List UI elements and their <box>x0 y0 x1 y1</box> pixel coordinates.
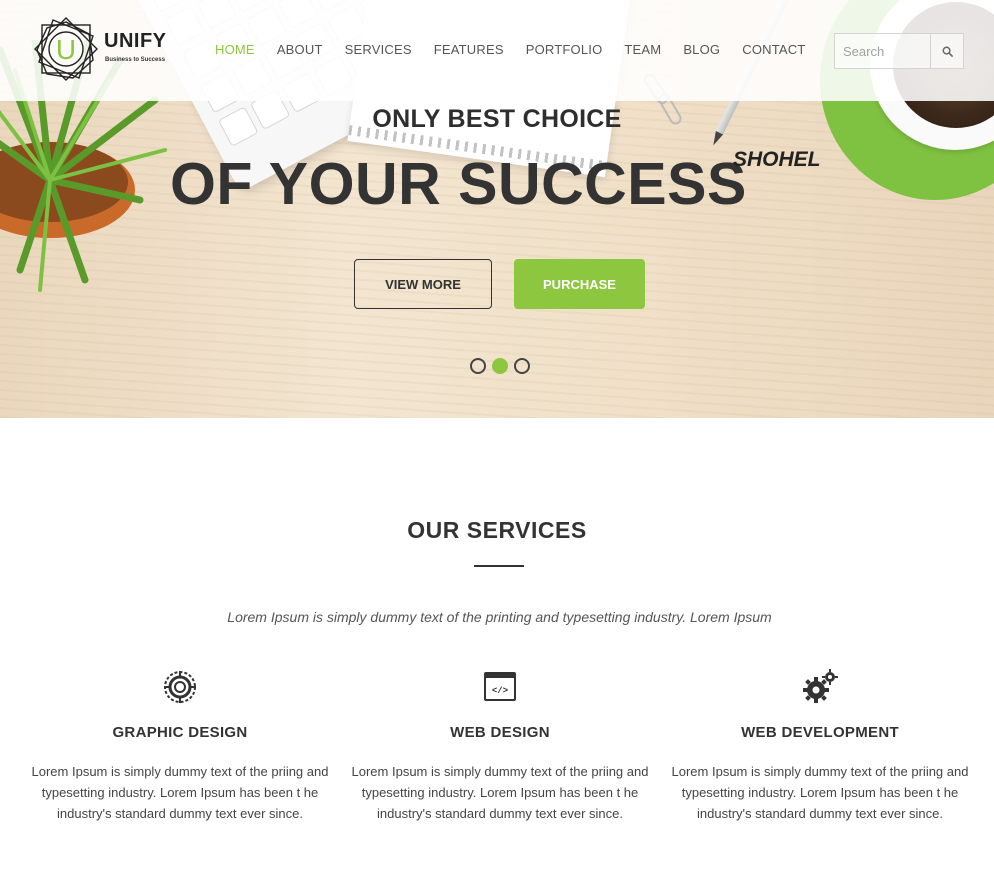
service-title: GRAPHIC DESIGN <box>112 724 248 741</box>
slider-dot-1[interactable] <box>470 358 486 374</box>
logo-icon: U <box>34 17 98 81</box>
view-more-button[interactable]: VIEW MORE <box>354 259 492 309</box>
nav-item-services[interactable]: SERVICES <box>334 42 423 57</box>
search-box <box>834 33 964 69</box>
nav-item-team[interactable]: TEAM <box>613 42 672 57</box>
nav-item-home[interactable]: HOME <box>204 42 266 57</box>
brand-tagline: Business to Success <box>105 57 166 63</box>
search-icon <box>942 46 953 57</box>
hero-subtitle: ONLY BEST CHOICE <box>372 105 622 133</box>
brand-name: UNIFY <box>104 30 167 52</box>
slider-pagination <box>470 358 530 374</box>
logo-link[interactable]: U <box>33 16 99 82</box>
slider-dot-2[interactable] <box>492 358 508 374</box>
hero-signature: SHOHEL <box>733 148 821 171</box>
services-lead: Lorem Ipsum is simply dummy text of the … <box>227 609 772 625</box>
target-icon <box>164 671 196 703</box>
nav-item-blog[interactable]: BLOG <box>672 42 731 57</box>
service-text: Lorem Ipsum is simply dummy text of the … <box>31 764 329 821</box>
nav-item-portfolio[interactable]: PORTFOLIO <box>515 42 614 57</box>
service-text: Lorem Ipsum is simply dummy text of the … <box>351 764 649 821</box>
service-title: WEB DEVELOPMENT <box>741 724 899 741</box>
search-button[interactable] <box>930 34 964 68</box>
svg-text:U: U <box>56 34 76 65</box>
title-divider <box>474 565 524 567</box>
service-card-graphic-design: GRAPHIC DESIGN Lorem Ipsum is simply dum… <box>30 668 330 824</box>
services-title: OUR SERVICES <box>407 517 587 543</box>
top-navbar: U UNIFY Business to Success HOME ABOUT S… <box>0 0 994 101</box>
search-input[interactable] <box>835 34 930 68</box>
service-text: Lorem Ipsum is simply dummy text of the … <box>671 764 969 821</box>
code-window-icon: </> <box>484 672 516 701</box>
nav-item-about[interactable]: ABOUT <box>266 42 334 57</box>
service-card-web-development: WEB DEVELOPMENT Lorem Ipsum is simply du… <box>670 668 970 824</box>
gears-icon <box>803 669 838 703</box>
main-nav: HOME ABOUT SERVICES FEATURES PORTFOLIO T… <box>204 42 817 57</box>
hero-title: OF YOUR SUCCESS <box>170 151 747 217</box>
slider-dot-3[interactable] <box>514 358 530 374</box>
nav-item-features[interactable]: FEATURES <box>423 42 515 57</box>
nav-item-contact[interactable]: CONTACT <box>731 42 816 57</box>
svg-text:</>: </> <box>492 686 508 696</box>
purchase-button[interactable]: PURCHASE <box>514 259 645 309</box>
service-card-web-design: </> WEB DESIGN Lorem Ipsum is simply dum… <box>350 668 650 824</box>
service-title: WEB DESIGN <box>450 724 550 741</box>
